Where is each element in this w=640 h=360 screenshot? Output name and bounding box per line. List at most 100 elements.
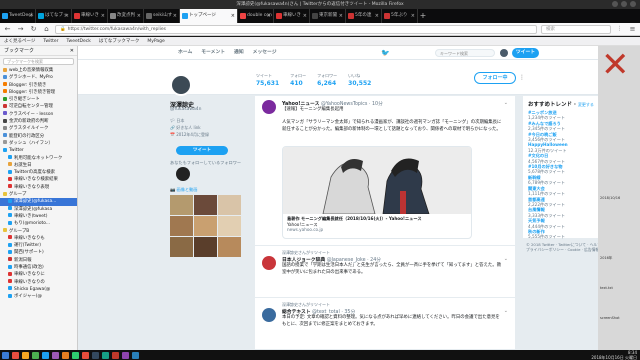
photo-thumbnail[interactable] <box>218 216 241 236</box>
bookmark-item[interactable]: Twitter <box>43 37 58 45</box>
taskbar-app-icon[interactable] <box>102 351 109 359</box>
avatar[interactable] <box>262 308 276 322</box>
twitter-search-input[interactable]: キーワード検索 <box>435 49 495 57</box>
followers-you-know-heading[interactable]: あなたもフォローしているフォロワー <box>170 160 241 166</box>
sidebar-bookmark-item[interactable]: 引き継ぎシート <box>0 96 77 103</box>
tweet[interactable]: 深澤諒史さんがリツイート 総合テキスト @text_total · 35分 ⌄ 本日の… <box>255 298 515 350</box>
taskbar-app-icon[interactable] <box>112 351 119 359</box>
maximize-button[interactable] <box>621 1 627 7</box>
browser-tab[interactable]: 車線いき × <box>274 9 310 23</box>
taskbar-app-icon[interactable] <box>62 351 69 359</box>
photo-thumbnail[interactable] <box>194 216 217 236</box>
browser-tab[interactable]: 改変点判 × <box>108 9 144 23</box>
trends-change-link[interactable]: 変更する <box>578 102 594 107</box>
taskbar-app-icon[interactable] <box>22 351 29 359</box>
photos-heading[interactable]: 📷 画像と動画 <box>170 187 197 193</box>
sidebar-bookmark-item[interactable]: お誕生日 <box>0 162 77 169</box>
profile-handle[interactable]: @fukasawa4n <box>170 107 201 112</box>
photo-thumbnail[interactable] <box>194 237 217 257</box>
sidebar-bookmark-item[interactable]: グラスタイルイーク <box>0 125 77 132</box>
photo-thumbnail[interactable] <box>218 195 241 215</box>
sidebar-bookmark-item[interactable]: 車線いき(tweet) <box>0 213 77 220</box>
photo-thumbnail[interactable] <box>170 195 193 215</box>
close-icon[interactable]: × <box>339 9 343 23</box>
sidebar-bookmark-item[interactable]: 利用可能なネットワーク <box>0 155 77 162</box>
tweet[interactable]: 深澤諒史さんがリツイート 日本人ジョーク辞典 @Japanese_Joke · 2… <box>255 246 515 298</box>
taskbar-app-icon[interactable] <box>72 351 79 359</box>
sidebar-bookmark-item[interactable]: 能登町の行政区分 <box>0 133 77 140</box>
chevron-down-icon[interactable]: ⌄ <box>504 256 508 262</box>
bookmark-item[interactable]: MyPage <box>147 37 164 45</box>
close-icon[interactable]: × <box>65 9 69 23</box>
browser-tab[interactable]: 東京新聞 × <box>310 9 346 23</box>
taskbar-app-icon[interactable] <box>42 351 49 359</box>
forward-icon[interactable]: → <box>16 25 25 34</box>
chevron-down-icon[interactable]: ⌄ <box>504 100 508 106</box>
bookmark-item[interactable]: TweetDeck <box>67 37 91 45</box>
twitter-nav-item[interactable]: モーメント <box>201 46 225 60</box>
sidebar-bookmark-item[interactable]: 車線いきなり検索結果 <box>0 176 77 183</box>
sidebar-bookmark-item[interactable]: グループB <box>0 228 77 235</box>
tweet[interactable]: Yahoo!ニュース @YahooNewsTopics · 10分 ⌄ 【速報】モー… <box>255 96 515 246</box>
chevron-down-icon[interactable]: ⌄ <box>504 308 508 314</box>
new-tab-button[interactable]: + <box>418 9 428 23</box>
desktop-label[interactable]: text.txt <box>600 286 613 290</box>
close-window-button[interactable] <box>630 1 636 7</box>
profile-stat[interactable]: いいね 30,552 <box>348 73 371 87</box>
more-options-icon[interactable]: ⋮ <box>519 74 525 81</box>
profile-stat[interactable]: フォロワー 6,264 <box>317 73 337 87</box>
photo-thumbnail[interactable] <box>170 237 193 257</box>
sidebar-bookmark-item[interactable]: クラスペイー - lesson <box>0 111 77 118</box>
browser-tab[interactable]: 車線いき × <box>72 9 108 23</box>
library-icon[interactable]: ⫶ <box>615 25 624 34</box>
sidebar-bookmark-item[interactable]: 可逆自転センター管理 <box>0 103 77 110</box>
browser-tab[interactable]: seiki山す × <box>144 9 180 23</box>
sidebar-bookmark-item[interactable]: 関西(サポート) <box>0 249 77 256</box>
taskbar-app-icon[interactable] <box>82 351 89 359</box>
profile-stat[interactable]: ツイート 75,631 <box>256 73 279 87</box>
avatar[interactable] <box>262 256 276 270</box>
close-icon[interactable]: × <box>29 9 33 23</box>
sidebar-bookmark-item[interactable]: 金沢の新政府の判断 <box>0 118 77 125</box>
sidebar-search-input[interactable]: ブックマークを検索 <box>3 58 74 65</box>
taskbar-app-icon[interactable] <box>92 351 99 359</box>
sidebar-bookmark-item[interactable]: Blogger: 引き続き <box>0 82 77 89</box>
sidebar-bookmark-item[interactable]: web上の音楽情報収集 <box>0 67 77 74</box>
sidebar-bookmark-item[interactable]: 車線いきなり表現 <box>0 184 77 191</box>
back-icon[interactable]: ← <box>3 25 12 34</box>
address-bar[interactable]: 🔒 https://twitter.com/fukasawa4n/with_rep… <box>55 24 537 34</box>
taskbar-app-icon[interactable] <box>12 351 19 359</box>
close-icon[interactable]: × <box>173 9 177 23</box>
sidebar-bookmark-item[interactable]: もり(@morioto... <box>0 220 77 227</box>
minimize-button[interactable] <box>612 1 618 7</box>
taskbar-app-icon[interactable] <box>2 351 9 359</box>
close-icon[interactable]: × <box>231 9 235 23</box>
following-button[interactable]: フォロー中 <box>474 72 516 84</box>
close-icon[interactable]: × <box>411 9 415 23</box>
bookmark-item[interactable]: よく見るページ <box>4 37 35 45</box>
link-card[interactable]: 島耕作 モーニング編集長就任（2018/10/16(火)）- Yahoo!ニュー… <box>282 146 472 239</box>
tweet-to-button[interactable]: ツイート <box>176 146 228 155</box>
twitter-nav-item[interactable]: ホーム <box>178 46 192 60</box>
sidebar-bookmark-item[interactable]: 時事通信(政治) <box>0 264 77 271</box>
close-icon[interactable]: × <box>101 9 105 23</box>
photo-thumbnail[interactable] <box>218 237 241 257</box>
bookmark-item[interactable]: はてなブックマーク <box>99 37 140 45</box>
close-icon[interactable]: × <box>303 9 307 23</box>
twitter-nav-item[interactable]: メッセージ <box>253 46 277 60</box>
sidebar-bookmark-item[interactable]: 車線いきなりも <box>0 235 77 242</box>
sidebar-bookmark-item[interactable]: グループ <box>0 191 77 198</box>
browser-tab[interactable]: double con × <box>238 9 274 23</box>
tweet-button[interactable]: ツイート <box>512 48 539 58</box>
sidebar-bookmark-item[interactable]: 深澤諒史(@fukasa <box>0 206 77 213</box>
sidebar-bookmark-item[interactable]: ボイジャー(@ <box>0 293 77 300</box>
browser-tab[interactable]: トップページ × <box>180 9 238 23</box>
sidebar-bookmark-item[interactable]: Shicko Egawa(@ <box>0 286 77 293</box>
browser-tab[interactable]: 5年の連 × <box>346 9 382 23</box>
sidebar-bookmark-item[interactable]: 車線いきなりの <box>0 279 77 286</box>
desktop-label[interactable]: screenShot <box>600 316 620 320</box>
browser-tab[interactable]: TweetDeck × <box>0 9 36 23</box>
close-icon[interactable]: ✕ <box>70 46 74 56</box>
taskbar-app-icon[interactable] <box>52 351 59 359</box>
close-icon[interactable]: × <box>375 9 379 23</box>
